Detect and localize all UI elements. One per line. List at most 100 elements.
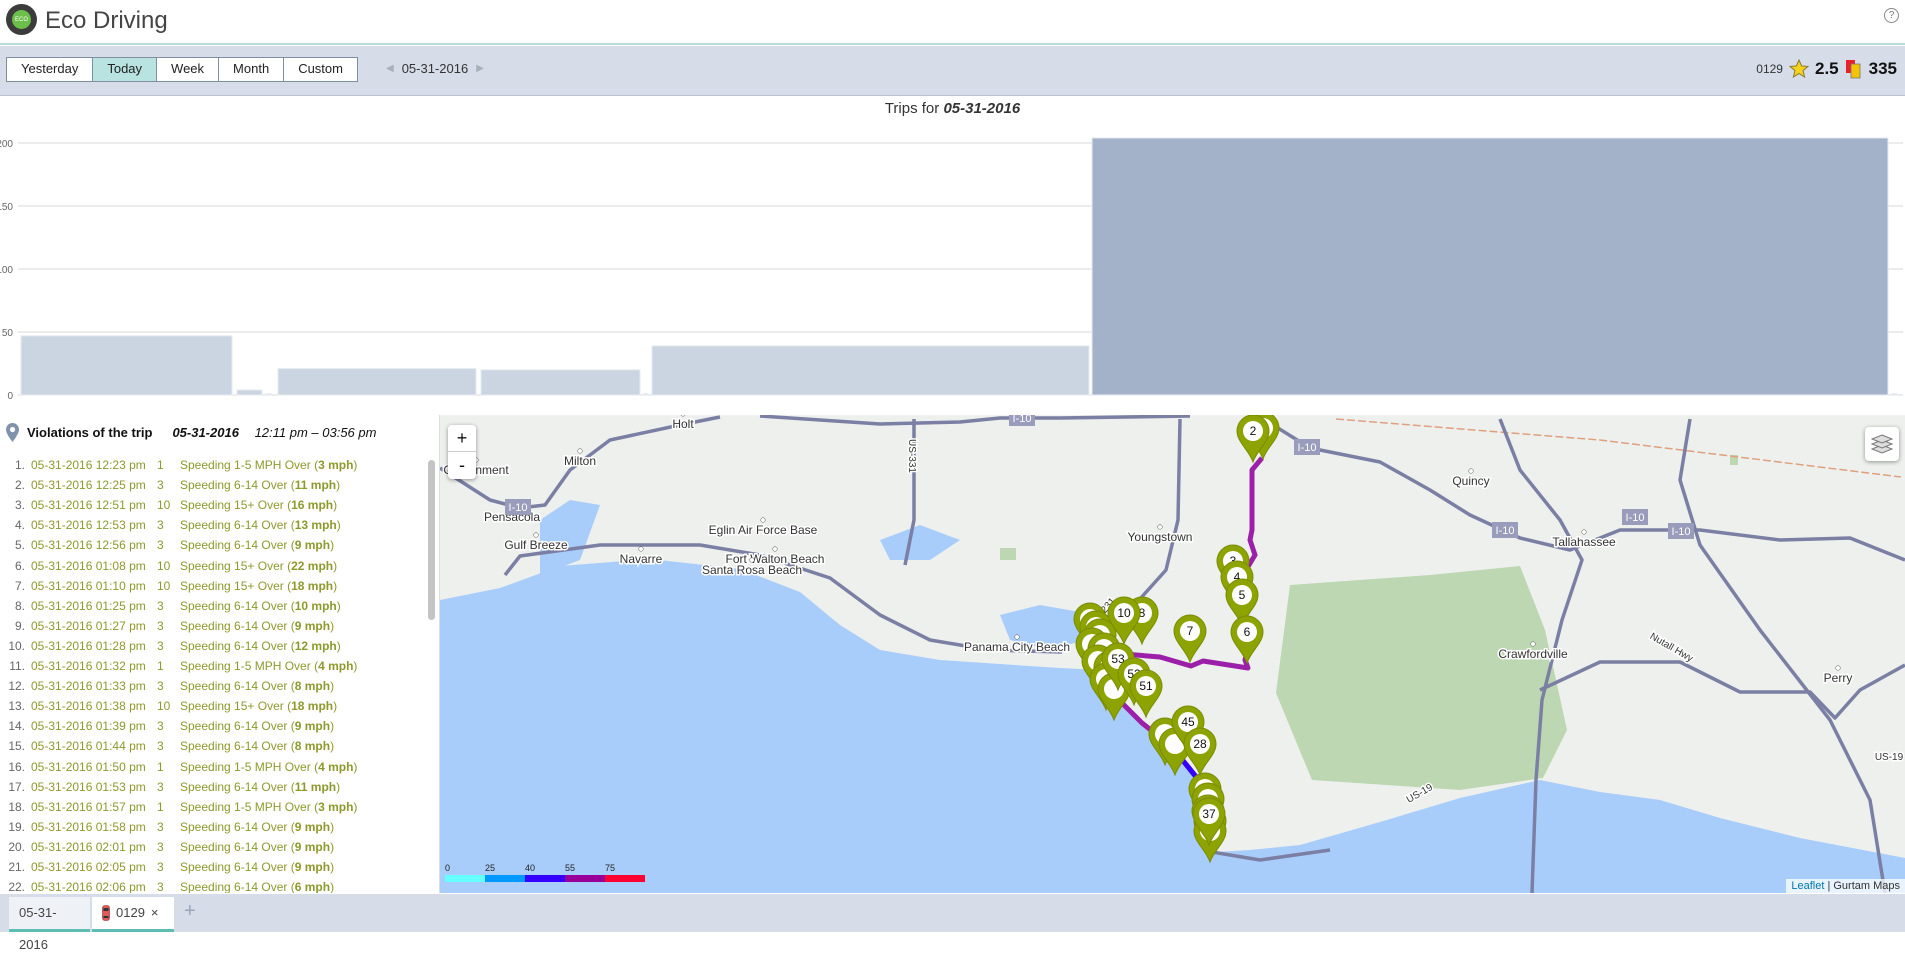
violation-datetime: 05-31-2016 01:27 pm — [31, 618, 146, 633]
violation-description: Speeding 6-14 Over (6 mph) — [180, 880, 335, 893]
period-month-button[interactable]: Month — [219, 58, 285, 81]
place-label: Eglin Air Force Base — [709, 523, 818, 537]
app-header: ECO Eco Driving ? — [0, 0, 1905, 45]
violation-description: Speeding 6-14 Over (12 mph) — [180, 638, 341, 653]
trip-bar[interactable] — [651, 345, 1090, 396]
violation-description: Speeding 15+ Over (22 mph) — [180, 558, 338, 573]
violation-description: Speeding 1-5 MPH Over (3 mph) — [180, 799, 358, 814]
period-custom-button[interactable]: Custom — [284, 58, 357, 81]
violation-points: 3 — [157, 518, 164, 533]
bottom-tabs: 05-31-2016 0129 × + — [0, 894, 1905, 952]
leaflet-link[interactable]: Leaflet — [1791, 880, 1824, 892]
place-dot — [533, 532, 539, 538]
violation-description: Speeding 6-14 Over (9 mph) — [180, 618, 335, 633]
tab-unit[interactable]: 0129 × — [92, 897, 174, 932]
violation-description: Speeding 6-14 Over (9 mph) — [180, 719, 335, 734]
violation-marker[interactable]: 7 — [1173, 614, 1207, 664]
row-number: 3. — [14, 498, 25, 513]
trip-bar[interactable] — [1091, 137, 1889, 396]
trip-bar[interactable] — [277, 368, 477, 396]
violation-points: 3 — [157, 638, 164, 653]
trip-bar[interactable] — [642, 393, 649, 396]
place-dot — [760, 517, 766, 523]
violation-datetime: 05-31-2016 01:33 pm — [31, 679, 146, 694]
eco-logo-icon: ECO — [6, 4, 37, 35]
violation-description: Speeding 1-5 MPH Over (3 mph) — [180, 458, 358, 472]
y-tick-label: 50 — [2, 328, 14, 339]
scrollbar[interactable] — [428, 460, 435, 620]
violation-points: 3 — [157, 719, 164, 734]
penalty-points: 335 — [1868, 59, 1897, 78]
trip-bar[interactable] — [265, 393, 273, 396]
current-date[interactable]: 05-31-2016 — [402, 61, 469, 76]
violation-datetime: 05-31-2016 12:51 pm — [31, 498, 146, 513]
close-tab-icon[interactable]: × — [151, 897, 159, 929]
violation-points: 3 — [157, 478, 164, 493]
period-today-button[interactable]: Today — [93, 58, 158, 81]
place-dot — [1468, 468, 1474, 474]
period-week-button[interactable]: Week — [157, 58, 220, 81]
violation-datetime: 05-31-2016 01:28 pm — [31, 638, 146, 653]
place-label: Youngstown — [1128, 530, 1193, 544]
violation-points: 3 — [157, 819, 164, 834]
help-icon[interactable]: ? — [1884, 8, 1899, 23]
marker-label: 37 — [1202, 807, 1216, 821]
trips-chart: Trips for 05-31-2016 0 50 100 150 200 — [0, 97, 1905, 410]
zoom-out-button[interactable]: - — [448, 452, 476, 479]
map-attribution: Leaflet | Gurtam Maps — [1786, 879, 1905, 893]
date-navigator: ◀ 05-31-2016 ▶ — [386, 61, 484, 76]
violation-description: Speeding 1-5 MPH Over (4 mph) — [180, 659, 358, 673]
y-tick-label: 100 — [0, 265, 13, 276]
violation-marker[interactable]: 6 — [1230, 615, 1264, 665]
speed-legend-label: 0 — [445, 863, 451, 873]
place-dot — [1157, 524, 1163, 530]
add-tab-button[interactable]: + — [184, 900, 196, 923]
place-label: Panama City Beach — [964, 640, 1070, 654]
marker-label: 51 — [1139, 679, 1153, 693]
place-label: Holt — [672, 417, 694, 431]
place-dot — [1835, 665, 1841, 671]
place-label: Gulf Breeze — [504, 538, 568, 552]
violations-title: Violations of the trip — [27, 425, 153, 440]
speed-legend-swatch — [605, 875, 645, 882]
row-number: 17. — [8, 779, 25, 794]
map[interactable]: Holt Milton Cantonment Pensacola Gulf Breeze… — [440, 415, 1905, 893]
next-date-icon[interactable]: ▶ — [476, 63, 484, 74]
speed-legend-label: 55 — [565, 863, 576, 873]
violation-datetime: 05-31-2016 01:50 pm — [31, 759, 146, 774]
shield-label: I-10 — [1496, 525, 1515, 537]
row-number: 19. — [8, 819, 25, 834]
layers-icon — [1871, 434, 1893, 454]
layers-button[interactable] — [1865, 427, 1899, 461]
violation-points: 1 — [157, 759, 164, 774]
row-number: 7. — [14, 578, 25, 593]
prev-date-icon[interactable]: ◀ — [386, 63, 394, 74]
place-dot — [772, 546, 778, 552]
shield-label: I-10 — [1626, 512, 1645, 524]
row-number: 21. — [8, 860, 25, 874]
violations-panel: Violations of the trip 05-31-2016 12:11 … — [0, 415, 440, 893]
tab-date[interactable]: 05-31-2016 — [9, 897, 90, 952]
marker-label: 28 — [1193, 737, 1207, 751]
trip-bar[interactable] — [236, 389, 263, 396]
violation-points: 10 — [157, 558, 171, 573]
violation-description: Speeding 6-14 Over (9 mph) — [180, 819, 335, 834]
trip-bar[interactable] — [20, 335, 233, 396]
row-number: 2. — [14, 478, 25, 493]
violation-datetime: 05-31-2016 01:32 pm — [31, 659, 146, 673]
row-number: 8. — [14, 598, 25, 613]
row-number: 20. — [8, 839, 25, 854]
map-canvas[interactable]: HoltMiltonCantonmentPensacolaGulf Breeze… — [440, 415, 1905, 893]
violation-datetime: 05-31-2016 01:58 pm — [31, 819, 146, 834]
violation-marker[interactable]: 51 — [1129, 669, 1163, 719]
zoom-in-button[interactable]: + — [448, 425, 476, 452]
marker-label: 5 — [1239, 588, 1246, 602]
row-number: 10. — [8, 638, 25, 653]
violation-datetime: 05-31-2016 02:06 pm — [31, 880, 146, 893]
marker-label: 6 — [1244, 625, 1251, 639]
trip-bar[interactable] — [480, 369, 641, 396]
violation-datetime: 05-31-2016 12:23 pm — [31, 458, 146, 472]
row-number: 15. — [8, 739, 25, 754]
period-yesterday-button[interactable]: Yesterday — [7, 58, 94, 81]
trip-bar[interactable] — [1890, 393, 1898, 396]
